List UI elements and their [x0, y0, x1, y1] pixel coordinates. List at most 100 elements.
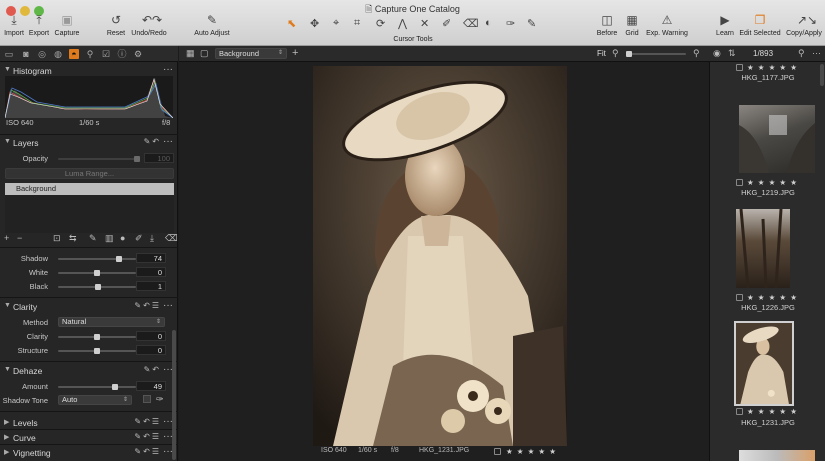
learn-button[interactable]: ▶ Learn — [713, 14, 737, 38]
thumbnail-checkbox[interactable] — [736, 179, 743, 186]
thumbnail-image-selected[interactable] — [734, 321, 794, 406]
main-photo[interactable] — [313, 66, 567, 446]
black-value[interactable]: 1 — [136, 281, 166, 291]
capture-tab-icon[interactable]: ◙ — [21, 49, 31, 59]
curve-header[interactable]: ▶ Curve ✎↶☰ ··· — [0, 431, 178, 445]
zoom-tool-icon[interactable]: ⌖ — [333, 17, 339, 30]
layers-header[interactable]: ▼ Layers ✎↶ ··· — [0, 136, 178, 150]
draw-mask-icon[interactable]: ✎ — [89, 233, 97, 244]
clarity-value[interactable]: 0 — [136, 331, 166, 341]
tool-actions-icons[interactable]: ✎↶☰ — [134, 447, 161, 456]
pan-tool-icon[interactable]: ✥ — [310, 17, 319, 30]
variant-select[interactable]: Background ⇕ — [215, 48, 287, 59]
dehaze-header[interactable]: ▼ Dehaze ✎↶ ··· — [0, 364, 178, 378]
eraser-tool-icon[interactable]: ⌫ — [463, 17, 479, 30]
tool-actions-icons[interactable]: ✎↶☰ — [134, 432, 161, 441]
opacity-slider[interactable] — [58, 156, 140, 162]
more-options-icon[interactable]: ··· — [812, 48, 821, 58]
edit-selected-button[interactable]: ❐ Edit Selected — [738, 14, 782, 38]
gradient-mask-icon[interactable]: ▥ — [105, 233, 114, 244]
erase-mask-icon[interactable]: ⌫ — [165, 233, 178, 244]
thumbnail-rating[interactable]: ★ ★ ★ ★ ★ — [747, 63, 798, 72]
black-slider-knob[interactable] — [95, 284, 101, 290]
shadow-tone-select[interactable]: Auto ⇕ — [58, 395, 132, 405]
grid-view-icon[interactable]: ▦ — [186, 48, 195, 59]
reset-button[interactable]: ↺ Reset — [104, 14, 128, 38]
invert-mask-icon[interactable]: ⇆ — [69, 233, 77, 244]
levels-header[interactable]: ▶ Levels ✎↶☰ ··· — [0, 416, 178, 430]
vignetting-header[interactable]: ▶ Vignetting ✎↶☰ ··· — [0, 446, 178, 460]
clarity-method-select[interactable]: Natural ⇕ — [58, 317, 165, 327]
more-options-icon[interactable]: ··· — [163, 300, 173, 311]
thumbnail-rating[interactable]: ★ ★ ★ ★ ★ — [747, 178, 798, 187]
clarity-header[interactable]: ▼ Clarity ✎↶☰ ··· — [0, 300, 178, 314]
more-options-icon[interactable]: ··· — [163, 64, 173, 75]
structure-slider-knob[interactable] — [94, 348, 100, 354]
rotate-tool-icon[interactable]: ⟳ — [376, 17, 385, 30]
search-icon[interactable]: ⚲ — [798, 48, 805, 59]
structure-value[interactable]: 0 — [136, 345, 166, 355]
zoom-in-icon[interactable]: ⚲ — [693, 48, 700, 59]
grid-button[interactable]: ▦ Grid — [622, 14, 642, 38]
brush-icon[interactable]: ✐ — [135, 233, 143, 244]
structure-slider[interactable] — [58, 348, 136, 354]
undo-redo-button[interactable]: ↶↷ Undo/Redo — [130, 14, 168, 38]
remove-layer-icon[interactable]: − — [17, 233, 22, 243]
zoom-slider-knob[interactable] — [626, 51, 632, 57]
opacity-slider-knob[interactable] — [134, 156, 140, 162]
clarity-slider-knob[interactable] — [94, 334, 100, 340]
layer-mask-icon[interactable]: ⊡ — [53, 233, 61, 244]
crop-tool-icon[interactable]: ⌗ — [354, 17, 360, 30]
thumbnail-image[interactable] — [736, 208, 790, 289]
library-tab-icon[interactable]: ▭ — [4, 49, 14, 59]
zoom-fit-label[interactable]: Fit — [597, 49, 606, 58]
brush-tool-icon[interactable]: ✐ — [442, 17, 451, 30]
tool-actions-icons[interactable]: ✎↶ — [144, 365, 161, 374]
shadow-slider-knob[interactable] — [116, 256, 122, 262]
annotate-tool-icon[interactable]: ✎ — [527, 17, 536, 30]
adjustments-tab-icon[interactable]: ☑ — [101, 49, 111, 59]
dehaze-amount-slider[interactable] — [58, 384, 136, 390]
sort-icon[interactable]: ⇅ — [728, 48, 736, 59]
more-options-icon[interactable]: ··· — [163, 136, 173, 147]
luma-range-button[interactable]: Luma Range... — [5, 168, 174, 179]
opacity-value[interactable]: 100 — [144, 153, 174, 163]
lens-tab-icon[interactable]: ◎ — [37, 49, 47, 59]
before-button[interactable]: ◫ Before — [595, 14, 619, 38]
add-layer-icon[interactable]: + — [4, 233, 9, 243]
shadow-value[interactable]: 74 — [136, 253, 166, 263]
thumbnail-image[interactable] — [739, 450, 815, 461]
color-picker-icon[interactable]: ✑ — [156, 394, 164, 405]
capture-button[interactable]: ▣ Capture — [53, 14, 81, 38]
black-slider[interactable] — [58, 284, 136, 290]
tool-actions-icons[interactable]: ✎↶☰ — [134, 301, 161, 310]
white-slider-knob[interactable] — [94, 270, 100, 276]
tool-panel-scrollbar[interactable] — [172, 330, 176, 460]
copy-apply-button[interactable]: ↗↘ Copy/Apply — [784, 14, 824, 38]
browser-scrollbar[interactable] — [820, 64, 824, 86]
spot-removal-icon[interactable]: ✕ — [420, 17, 429, 30]
status-select-checkbox[interactable] — [494, 448, 501, 455]
gradient-tool-icon[interactable]: ◐ — [485, 17, 492, 29]
metadata-tab-icon[interactable]: ⓘ — [117, 49, 127, 59]
thumbnail-image[interactable] — [739, 105, 815, 173]
radial-mask-icon[interactable]: ● — [120, 233, 125, 243]
color-picker-icon[interactable]: ✑ — [506, 17, 515, 30]
zoom-slider[interactable] — [626, 51, 686, 57]
exposure-warning-button[interactable]: ⚠ Exp. Warning — [645, 14, 689, 38]
exposure-tab-icon[interactable]: ◓ — [69, 49, 79, 59]
settings-tab-icon[interactable]: ⚙ — [133, 49, 143, 59]
thumbnail-checkbox[interactable] — [736, 408, 743, 415]
thumbnail-checkbox[interactable] — [736, 64, 743, 71]
thumbnail-rating[interactable]: ★ ★ ★ ★ ★ — [747, 407, 798, 416]
zoom-out-icon[interactable]: ⚲ — [612, 48, 619, 59]
status-rating-stars[interactable]: ★ ★ ★ ★ ★ — [506, 447, 557, 456]
dehaze-amount-slider-knob[interactable] — [112, 384, 118, 390]
fill-mask-icon[interactable]: ⤓ — [150, 233, 154, 244]
thumbnail-checkbox[interactable] — [736, 294, 743, 301]
white-value[interactable]: 0 — [136, 267, 166, 277]
tool-actions-icons[interactable]: ✎↶☰ — [134, 417, 161, 426]
white-slider[interactable] — [58, 270, 136, 276]
import-button[interactable]: ⤓ Import — [2, 14, 26, 38]
select-cursor-icon[interactable]: ⬉ — [287, 17, 296, 30]
